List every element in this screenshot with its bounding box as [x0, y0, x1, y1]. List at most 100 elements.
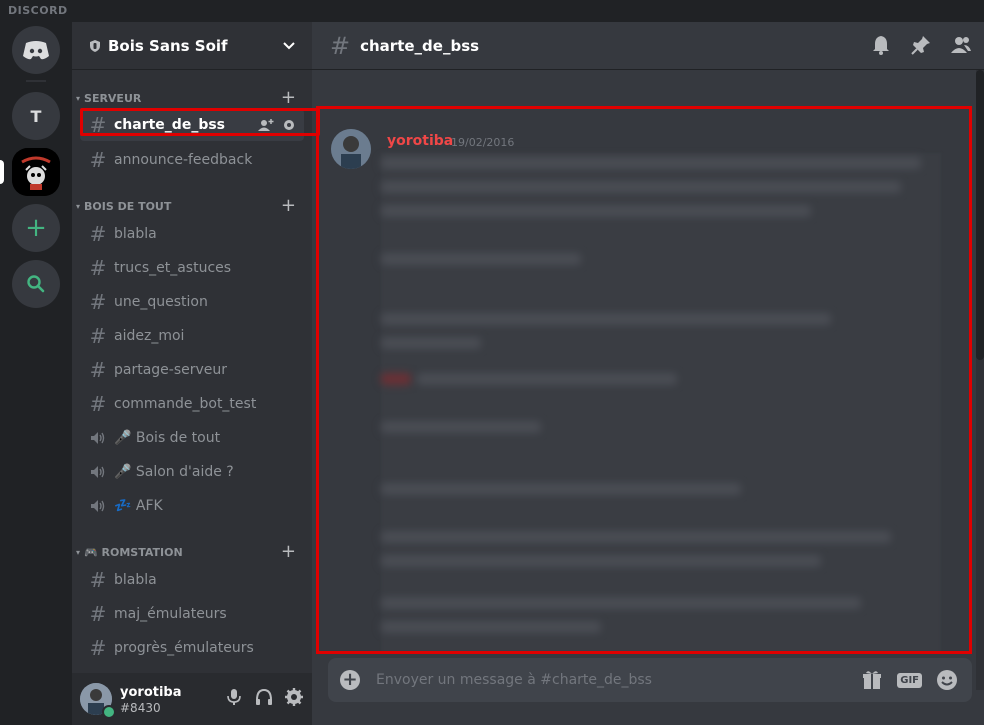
emoji-icon[interactable]	[936, 669, 958, 691]
message-author-avatar[interactable]	[331, 129, 371, 169]
channel-label: progrès_émulateurs	[114, 640, 254, 656]
category-romstation[interactable]: ▾ 🎮 ROMSTATION	[76, 544, 183, 560]
user-panel: yorotiba #8430	[72, 673, 312, 725]
text-channel-icon: #	[89, 324, 107, 348]
gear-icon[interactable]	[282, 118, 296, 132]
speaker-icon	[91, 500, 105, 512]
channel-label: trucs_et_astuces	[114, 260, 232, 276]
channel-announce-feedback[interactable]: # announce-feedback	[80, 144, 304, 176]
guild-bois-sans-soif[interactable]	[12, 148, 60, 196]
online-status-badge	[102, 705, 116, 719]
guild-t-label: T	[30, 106, 42, 126]
settings-gear-icon[interactable]	[284, 687, 304, 707]
channel-maj-emulateurs[interactable]: # maj_émulateurs	[80, 598, 304, 630]
channel-une-question[interactable]: # une_question	[80, 286, 304, 318]
chevron-down-icon[interactable]	[282, 38, 296, 52]
server-header[interactable]: Bois Sans Soif	[72, 22, 312, 70]
collapse-arrow-icon: ▾	[76, 201, 81, 211]
verified-shield-icon	[90, 39, 100, 52]
channel-commande-bot-test[interactable]: # commande_bot_test	[80, 388, 304, 420]
collapse-arrow-icon: ▾	[76, 547, 81, 557]
locked-channel-icon: #	[89, 636, 107, 660]
channel-label: announce-feedback	[114, 152, 253, 168]
microphone-icon[interactable]	[224, 687, 244, 707]
channel-title: charte_de_bss	[360, 36, 480, 55]
home-button[interactable]	[12, 26, 60, 74]
message-timestamp: 19/02/2016	[451, 136, 515, 149]
message-list: yorotiba 19/02/2016	[316, 106, 972, 654]
main-chat-area: # charte_de_bss yorotiba 19/02/2016 + En…	[312, 22, 984, 725]
upload-plus-icon[interactable]: +	[340, 670, 360, 690]
channel-label: aidez_moi	[114, 328, 185, 344]
create-channel-icon[interactable]: +	[281, 89, 296, 107]
members-icon[interactable]	[950, 34, 972, 56]
category-serveur[interactable]: ▾ SERVEUR	[76, 90, 141, 106]
add-server-button[interactable]: +	[12, 204, 60, 252]
guild-t[interactable]: T	[12, 92, 60, 140]
scrollbar[interactable]	[976, 70, 984, 690]
category-label: BOIS DE TOUT	[84, 199, 172, 213]
voice-channel-afk[interactable]: 💤 AFK	[80, 490, 304, 522]
blurred-message-content	[381, 153, 941, 651]
active-guild-pill	[0, 160, 4, 184]
channel-progres-emulateurs[interactable]: # progrès_émulateurs	[80, 632, 304, 664]
voice-channel-bois-de-tout[interactable]: 🎤 Bois de tout	[80, 422, 304, 454]
channel-label: blabla	[114, 226, 157, 242]
create-channel-icon[interactable]: +	[281, 543, 296, 561]
bss-logo-icon	[12, 148, 60, 196]
speaker-icon	[91, 466, 105, 478]
titlebar: DISCORD	[0, 0, 984, 22]
plus-icon: +	[25, 213, 47, 243]
category-bois-de-tout[interactable]: ▾ BOIS DE TOUT	[76, 198, 171, 214]
collapse-arrow-icon: ▾	[76, 93, 81, 103]
scrollbar-thumb[interactable]	[976, 70, 984, 360]
speaker-icon	[91, 432, 105, 444]
gift-icon[interactable]	[861, 669, 883, 691]
channel-label: 💤 AFK	[114, 498, 163, 514]
channel-label: une_question	[114, 294, 208, 310]
channel-rom-blabla[interactable]: # blabla	[80, 564, 304, 596]
locked-channel-icon: #	[89, 392, 107, 416]
channel-trucs-et-astuces[interactable]: # trucs_et_astuces	[80, 252, 304, 284]
channel-charte-de-bss[interactable]: # charte_de_bss	[80, 109, 304, 141]
channel-label: blabla	[114, 572, 157, 588]
category-label: SERVEUR	[84, 91, 142, 105]
text-channel-icon: #	[89, 148, 107, 172]
user-name: yorotiba	[120, 685, 182, 700]
gif-button[interactable]: GIF	[897, 672, 922, 688]
locked-channel-icon: #	[89, 358, 107, 382]
text-channel-icon: #	[330, 31, 351, 60]
discord-brand: DISCORD	[8, 4, 68, 17]
message-author[interactable]: yorotiba	[387, 133, 453, 149]
guild-list: T +	[0, 22, 72, 725]
channel-blabla[interactable]: # blabla	[80, 218, 304, 250]
text-channel-icon: #	[89, 113, 107, 137]
create-channel-icon[interactable]: +	[281, 197, 296, 215]
text-channel-icon: #	[89, 256, 107, 280]
channel-label: 🎤 Salon d'aide ?	[114, 464, 234, 480]
locked-channel-icon: #	[89, 568, 107, 592]
channel-label: charte_de_bss	[114, 117, 226, 133]
invite-icon[interactable]	[258, 118, 274, 132]
channel-partage-serveur[interactable]: # partage-serveur	[80, 354, 304, 386]
headphones-icon[interactable]	[254, 687, 274, 707]
search-icon	[27, 275, 45, 293]
explore-button[interactable]	[12, 260, 60, 308]
channel-sidebar: Bois Sans Soif ▾ SERVEUR + # charte_de_bs…	[72, 22, 312, 725]
discord-logo-icon	[23, 41, 49, 60]
bell-icon[interactable]	[870, 34, 892, 56]
user-tag: #8430	[120, 701, 161, 715]
pin-icon[interactable]	[910, 34, 932, 56]
channel-label: maj_émulateurs	[114, 606, 227, 622]
voice-channel-salon-d-aide[interactable]: 🎤 Salon d'aide ?	[80, 456, 304, 488]
channel-label: commande_bot_test	[114, 396, 257, 412]
text-channel-icon: #	[89, 290, 107, 314]
avatar-image-icon	[331, 129, 371, 169]
message-input[interactable]	[374, 671, 862, 689]
category-label: 🎮 ROMSTATION	[84, 545, 183, 559]
channel-aidez-moi[interactable]: # aidez_moi	[80, 320, 304, 352]
channel-label: partage-serveur	[114, 362, 228, 378]
server-name: Bois Sans Soif	[108, 36, 228, 55]
locked-channel-icon: #	[89, 602, 107, 626]
message-composer: + GIF	[328, 658, 972, 702]
